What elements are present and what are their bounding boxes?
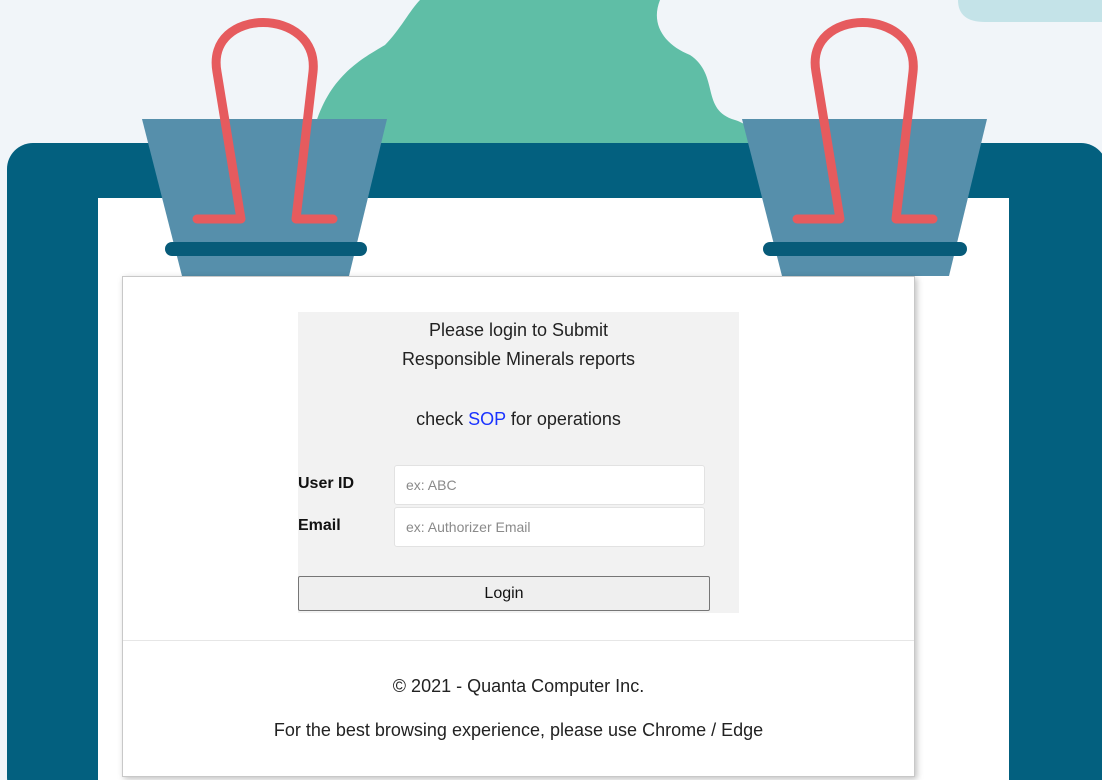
login-card: Please login to Submit Responsible Miner…: [122, 276, 915, 777]
user-id-input[interactable]: [394, 465, 705, 505]
email-label: Email: [298, 517, 341, 534]
intro-line-1: Please login to Submit: [428, 320, 609, 340]
binder-clip-icon: [742, 18, 987, 276]
login-intro: Please login to Submit Responsible Miner…: [298, 316, 739, 374]
cloud-shape: [958, 0, 1102, 22]
sop-prefix: check: [416, 409, 469, 429]
sop-instruction: check SOP for operations: [298, 405, 739, 434]
login-page: Please login to Submit Responsible Miner…: [0, 0, 1102, 780]
sop-link[interactable]: SOP: [468, 409, 506, 429]
footer-divider: [123, 640, 914, 641]
email-input[interactable]: [394, 507, 705, 547]
user-id-label: User ID: [298, 475, 355, 492]
copyright-text: © 2021 - Quanta Computer Inc.: [392, 676, 645, 696]
login-panel: Please login to Submit Responsible Miner…: [298, 312, 739, 613]
binder-clip-icon: [142, 18, 387, 276]
login-button[interactable]: Login: [298, 576, 710, 611]
browser-note: For the best browsing experience, please…: [273, 720, 764, 740]
sop-suffix: for operations: [505, 409, 621, 429]
intro-line-2: Responsible Minerals reports: [401, 349, 636, 369]
